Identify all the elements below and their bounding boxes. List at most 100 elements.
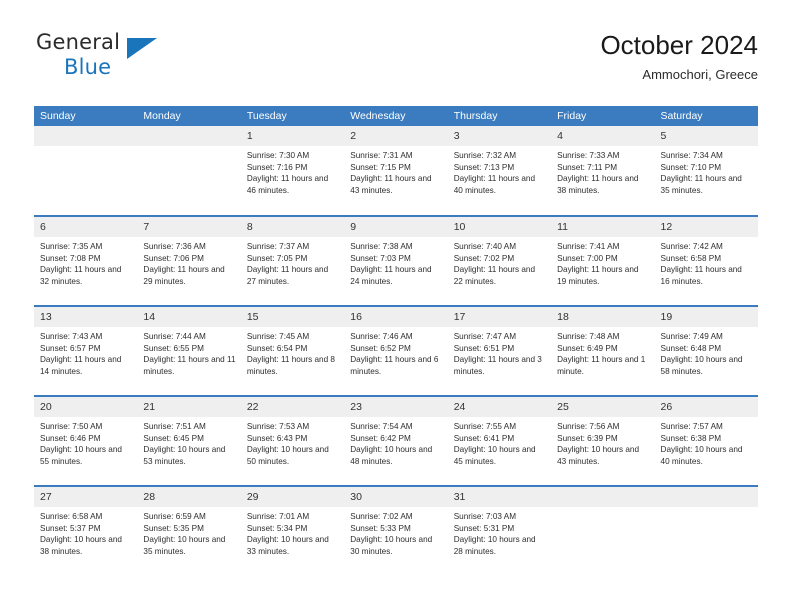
- sunset-text: Sunset: 7:08 PM: [40, 253, 101, 263]
- day-sun-info: Sunrise: 7:36 AM Sunset: 7:06 PM Daylight:…: [137, 237, 240, 287]
- day-sun-info: Sunrise: 7:35 AM Sunset: 7:08 PM Daylight:…: [34, 237, 137, 287]
- sunrise-text: Sunrise: 7:51 AM: [143, 422, 206, 431]
- calendar-day-cell[interactable]: 3 Sunrise: 7:32 AM Sunset: 7:13 PM Daylight…: [447, 126, 552, 216]
- day-number: 24: [447, 397, 552, 417]
- calendar-empty-cell: [654, 485, 758, 576]
- daylight-text: Daylight: 11 hours and 3 minutes.: [453, 355, 542, 376]
- day-number: 27: [34, 487, 138, 507]
- calendar-day-cell[interactable]: 2 Sunrise: 7:31 AM Sunset: 7:15 PM Daylight…: [344, 126, 448, 216]
- calendar-week-row: 27 Sunrise: 6:58 AM Sunset: 5:37 PM Dayligh…: [34, 485, 758, 576]
- sunset-text: Sunset: 6:43 PM: [246, 433, 308, 443]
- daylight-text: Daylight: 11 hours and 22 minutes.: [453, 265, 536, 286]
- calendar-day-cell[interactable]: 28 Sunrise: 6:59 AM Sunset: 5:35 PM Dayligh…: [137, 485, 241, 576]
- calendar-day-cell[interactable]: 6 Sunrise: 7:35 AM Sunset: 7:08 PM Daylight…: [34, 215, 138, 306]
- calendar-day-cell[interactable]: 22 Sunrise: 7:53 AM Sunset: 6:43 PM Dayligh…: [240, 395, 345, 486]
- calendar-day-cell[interactable]: 10 Sunrise: 7:40 AM Sunset: 7:02 PM Dayligh…: [447, 215, 552, 306]
- sunset-text: Sunset: 5:35 PM: [143, 523, 204, 533]
- day-sun-info: Sunrise: 7:47 AM Sunset: 6:51 PM Daylight:…: [448, 327, 551, 377]
- calendar-day-cell[interactable]: 25 Sunrise: 7:56 AM Sunset: 6:39 PM Dayligh…: [551, 395, 655, 486]
- calendar-day-cell[interactable]: 29 Sunrise: 7:01 AM Sunset: 5:34 PM Dayligh…: [240, 485, 345, 576]
- sunset-text: Sunset: 6:46 PM: [40, 433, 101, 443]
- calendar-day-cell[interactable]: 15 Sunrise: 7:45 AM Sunset: 6:54 PM Dayligh…: [240, 305, 345, 396]
- daylight-text: Daylight: 11 hours and 43 minutes.: [350, 174, 432, 195]
- daylight-text: Daylight: 10 hours and 28 minutes.: [453, 535, 536, 556]
- day-number: 15: [240, 307, 345, 327]
- calendar-day-cell[interactable]: 11 Sunrise: 7:41 AM Sunset: 7:00 PM Dayligh…: [551, 215, 655, 306]
- sunrise-text: Sunrise: 7:03 AM: [453, 512, 517, 521]
- general-blue-logo[interactable]: General Blue: [34, 28, 264, 90]
- day-sun-info: Sunrise: 7:43 AM Sunset: 6:57 PM Daylight:…: [34, 327, 137, 377]
- daylight-text: Daylight: 11 hours and 24 minutes.: [350, 265, 432, 286]
- sunset-text: Sunset: 6:52 PM: [350, 343, 411, 353]
- sunrise-text: Sunrise: 7:42 AM: [660, 242, 723, 251]
- sunset-text: Sunset: 7:05 PM: [246, 253, 308, 263]
- sunrise-text: Sunrise: 7:47 AM: [453, 332, 517, 341]
- daylight-text: Daylight: 11 hours and 14 minutes.: [40, 355, 122, 376]
- weekday-header-monday: Monday: [137, 106, 241, 126]
- weekday-header-wednesday: Wednesday: [344, 106, 448, 126]
- sunrise-text: Sunrise: 7:34 AM: [660, 151, 723, 160]
- calendar-day-cell[interactable]: 31 Sunrise: 7:03 AM Sunset: 5:31 PM Dayligh…: [447, 485, 552, 576]
- sunrise-text: Sunrise: 7:50 AM: [40, 422, 103, 431]
- day-sun-info: Sunrise: 7:42 AM Sunset: 6:58 PM Daylight:…: [655, 237, 758, 287]
- page-subtitle: Ammochori, Greece: [642, 67, 758, 82]
- calendar-day-cell[interactable]: 17 Sunrise: 7:47 AM Sunset: 6:51 PM Dayligh…: [447, 305, 552, 396]
- day-number: 28: [137, 487, 241, 507]
- day-number: 23: [344, 397, 448, 417]
- logo-triangle-icon: [127, 38, 157, 59]
- day-number: 2: [344, 126, 448, 146]
- calendar-day-cell[interactable]: 24 Sunrise: 7:55 AM Sunset: 6:41 PM Dayligh…: [447, 395, 552, 486]
- calendar-day-cell[interactable]: 23 Sunrise: 7:54 AM Sunset: 6:42 PM Dayligh…: [344, 395, 448, 486]
- calendar-day-cell[interactable]: 8 Sunrise: 7:37 AM Sunset: 7:05 PM Daylight…: [240, 215, 345, 306]
- calendar-day-cell[interactable]: 5 Sunrise: 7:34 AM Sunset: 7:10 PM Daylight…: [654, 126, 758, 216]
- calendar-day-cell[interactable]: 27 Sunrise: 6:58 AM Sunset: 5:37 PM Dayligh…: [34, 485, 138, 576]
- day-number: [551, 487, 655, 507]
- daylight-text: Daylight: 10 hours and 35 minutes.: [143, 535, 226, 556]
- day-number: 18: [551, 307, 655, 327]
- sunrise-text: Sunrise: 7:31 AM: [350, 151, 413, 160]
- calendar-empty-cell: [551, 485, 655, 576]
- day-sun-info: Sunrise: 7:48 AM Sunset: 6:49 PM Daylight:…: [551, 327, 654, 377]
- calendar-day-cell[interactable]: 12 Sunrise: 7:42 AM Sunset: 6:58 PM Dayligh…: [654, 215, 758, 306]
- sunset-text: Sunset: 7:03 PM: [350, 253, 411, 263]
- calendar-day-cell[interactable]: 26 Sunrise: 7:57 AM Sunset: 6:38 PM Dayligh…: [654, 395, 758, 486]
- day-sun-info: Sunrise: 7:38 AM Sunset: 7:03 PM Daylight:…: [344, 237, 447, 287]
- calendar-day-cell[interactable]: 9 Sunrise: 7:38 AM Sunset: 7:03 PM Daylight…: [344, 215, 448, 306]
- sunset-text: Sunset: 7:16 PM: [246, 162, 308, 172]
- sunset-text: Sunset: 5:34 PM: [246, 523, 308, 533]
- sunrise-text: Sunrise: 7:44 AM: [143, 332, 206, 341]
- daylight-text: Daylight: 11 hours and 35 minutes.: [660, 174, 742, 195]
- day-number: 17: [447, 307, 552, 327]
- day-sun-info: Sunrise: 7:41 AM Sunset: 7:00 PM Daylight:…: [551, 237, 654, 287]
- calendar-day-cell[interactable]: 19 Sunrise: 7:49 AM Sunset: 6:48 PM Dayligh…: [654, 305, 758, 396]
- calendar-day-cell[interactable]: 30 Sunrise: 7:02 AM Sunset: 5:33 PM Dayligh…: [344, 485, 448, 576]
- weekday-header-friday: Friday: [551, 106, 655, 126]
- title-block: October 2024 Ammochori, Greece: [600, 28, 758, 85]
- calendar-day-cell[interactable]: 4 Sunrise: 7:33 AM Sunset: 7:11 PM Daylight…: [551, 126, 655, 216]
- day-number: 4: [551, 126, 655, 146]
- calendar-day-cell[interactable]: 13 Sunrise: 7:43 AM Sunset: 6:57 PM Dayligh…: [34, 305, 138, 396]
- daylight-text: Daylight: 10 hours and 53 minutes.: [143, 445, 226, 466]
- calendar-day-cell[interactable]: 14 Sunrise: 7:44 AM Sunset: 6:55 PM Dayligh…: [137, 305, 241, 396]
- day-sun-info: Sunrise: 7:51 AM Sunset: 6:45 PM Daylight:…: [137, 417, 240, 467]
- calendar-empty-cell: [137, 126, 241, 216]
- sunrise-text: Sunrise: 7:54 AM: [350, 422, 413, 431]
- sunrise-text: Sunrise: 7:38 AM: [350, 242, 413, 251]
- day-number: 9: [344, 217, 448, 237]
- calendar-day-cell[interactable]: 1 Sunrise: 7:30 AM Sunset: 7:16 PM Daylight…: [240, 126, 345, 216]
- day-number: 6: [34, 217, 138, 237]
- calendar-day-cell[interactable]: 20 Sunrise: 7:50 AM Sunset: 6:46 PM Dayligh…: [34, 395, 138, 486]
- day-sun-info: Sunrise: 7:54 AM Sunset: 6:42 PM Daylight:…: [344, 417, 447, 467]
- calendar-day-cell[interactable]: 21 Sunrise: 7:51 AM Sunset: 6:45 PM Dayligh…: [137, 395, 241, 486]
- sunrise-text: Sunrise: 7:53 AM: [246, 422, 310, 431]
- day-number: 13: [34, 307, 138, 327]
- day-number: 10: [447, 217, 552, 237]
- daylight-text: Daylight: 10 hours and 45 minutes.: [453, 445, 536, 466]
- calendar-day-cell[interactable]: 16 Sunrise: 7:46 AM Sunset: 6:52 PM Dayligh…: [344, 305, 448, 396]
- calendar-week-row: 20 Sunrise: 7:50 AM Sunset: 6:46 PM Dayligh…: [34, 395, 758, 486]
- calendar-day-cell[interactable]: 7 Sunrise: 7:36 AM Sunset: 7:06 PM Daylight…: [137, 215, 241, 306]
- daylight-text: Daylight: 10 hours and 30 minutes.: [350, 535, 433, 556]
- daylight-text: Daylight: 11 hours and 11 minutes.: [143, 355, 236, 376]
- calendar-day-cell[interactable]: 18 Sunrise: 7:48 AM Sunset: 6:49 PM Dayligh…: [551, 305, 655, 396]
- day-number: 26: [654, 397, 758, 417]
